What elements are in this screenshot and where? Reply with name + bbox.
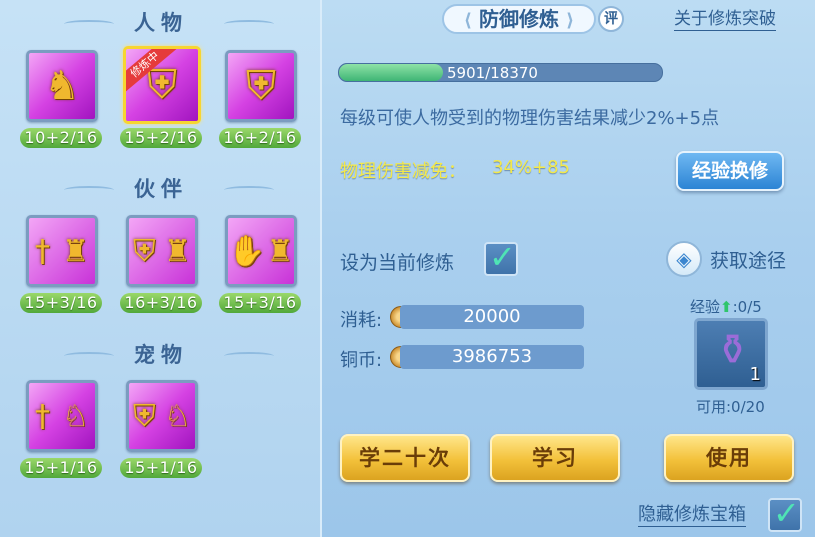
tag-icon[interactable]: ◈ [666, 241, 702, 277]
level-badge: 16+2/16 [219, 128, 301, 148]
section-title: 人物 [134, 11, 188, 35]
use-button[interactable]: 使用 [664, 434, 794, 482]
skill-partner-3[interactable]: ✋ ♜ [225, 215, 297, 287]
learn-button[interactable]: 学习 [490, 434, 620, 482]
exp-label-text: 经验 [690, 298, 721, 316]
swirl-decoration [64, 352, 114, 360]
skill-character-2[interactable]: ⛨ 修炼中 [123, 46, 201, 124]
level-badge: 15+1/16 [20, 458, 102, 478]
cost-label: 消耗: [340, 310, 383, 331]
swirl-decoration [224, 20, 274, 28]
bracket-decoration: ⟨ [463, 10, 473, 31]
item-count: 1 [749, 364, 761, 385]
shield-tiger-icon: ⛨ ♜ [133, 233, 191, 269]
up-arrow-icon: ⬆ [720, 298, 733, 316]
training-description: 每级可使人物受到的物理伤害结果减少2%+5点 [340, 108, 720, 129]
skill-list-panel: 人物 ♞ 10+2/16 ⛨ 修炼中 15+2/16 ⛨ 16+2/16 伙伴 … [0, 0, 322, 537]
section-title: 宠物 [134, 343, 188, 367]
level-badge: 15+2/16 [120, 128, 202, 148]
acquire-source-link[interactable]: 获取途径 [710, 246, 786, 273]
skill-partner-2[interactable]: ⛨ ♜ [126, 215, 198, 287]
set-current-checkbox[interactable]: ✓ [484, 238, 518, 276]
vase-icon: ⚱ [715, 325, 751, 374]
sword-cat-icon: † ♘ [35, 398, 89, 434]
section-title: 伙伴 [134, 177, 188, 201]
level-badge: 15+3/16 [20, 293, 102, 313]
about-breakthrough-link[interactable]: 关于修炼突破 [674, 8, 776, 31]
section-header-character: 人物 [0, 8, 322, 38]
check-icon: ✓ [489, 238, 516, 276]
training-chest-slot[interactable]: ⚱ 1 [694, 318, 768, 390]
reduction-label: 物理伤害减免： [340, 161, 466, 182]
level-badge: 15+1/16 [120, 458, 202, 478]
exchange-exp-button[interactable]: 经验换修 [676, 151, 784, 191]
exp-progress-bar: 5901/18370 [338, 63, 663, 82]
progress-fill [339, 64, 443, 81]
swirl-decoration [64, 186, 114, 194]
bracket-decoration: ⟩ [565, 10, 575, 31]
swirl-decoration [64, 20, 114, 28]
learn-twenty-button[interactable]: 学二十次 [340, 434, 470, 482]
skill-character-1[interactable]: ♞ [26, 50, 98, 122]
exp-value: :0/5 [732, 298, 762, 316]
progress-text: 5901/18370 [447, 64, 538, 82]
skill-pet-2[interactable]: ⛨ ♘ [126, 380, 198, 452]
skill-character-3[interactable]: ⛨ [225, 50, 297, 122]
reduction-value: 34%+85 [492, 157, 570, 178]
level-badge: 15+3/16 [219, 293, 301, 313]
skill-partner-1[interactable]: † ♜ [26, 215, 98, 287]
training-title: ⟨ 防御修炼 ⟩ [442, 4, 596, 34]
sword-tiger-icon: † ♜ [35, 233, 89, 269]
check-icon: ✓ [773, 494, 800, 532]
armor-icon: ⛨ [246, 63, 276, 109]
shield-cat-icon: ⛨ ♘ [133, 398, 191, 434]
coins-value: 3986753 [400, 345, 584, 369]
hide-chest-label: 隐藏修炼宝箱 [638, 504, 746, 527]
coins-label: 铜币: [340, 350, 383, 371]
review-badge[interactable]: 评 [598, 6, 624, 32]
training-title-text: 防御修炼 [479, 7, 559, 31]
hide-chest-checkbox[interactable]: ✓ [768, 494, 802, 532]
level-badge: 16+3/16 [120, 293, 202, 313]
warrior-meditate-icon: ♞ [44, 63, 80, 109]
section-header-partner: 伙伴 [0, 174, 322, 204]
level-badge: 10+2/16 [20, 128, 102, 148]
available-count: 可用:0/20 [696, 398, 765, 416]
section-header-pet: 宠物 [0, 340, 322, 370]
claw-tiger-icon: ✋ ♜ [228, 233, 294, 269]
cost-value: 20000 [400, 305, 584, 329]
set-current-label: 设为当前修炼 [340, 252, 455, 274]
swirl-decoration [224, 352, 274, 360]
skill-pet-1[interactable]: † ♘ [26, 380, 98, 452]
swirl-decoration [224, 186, 274, 194]
exp-counter: 经验⬆:0/5 [690, 296, 762, 317]
training-detail-panel: ⟨ 防御修炼 ⟩ 评 关于修炼突破 5901/18370 每级可使人物受到的物理… [324, 0, 815, 537]
